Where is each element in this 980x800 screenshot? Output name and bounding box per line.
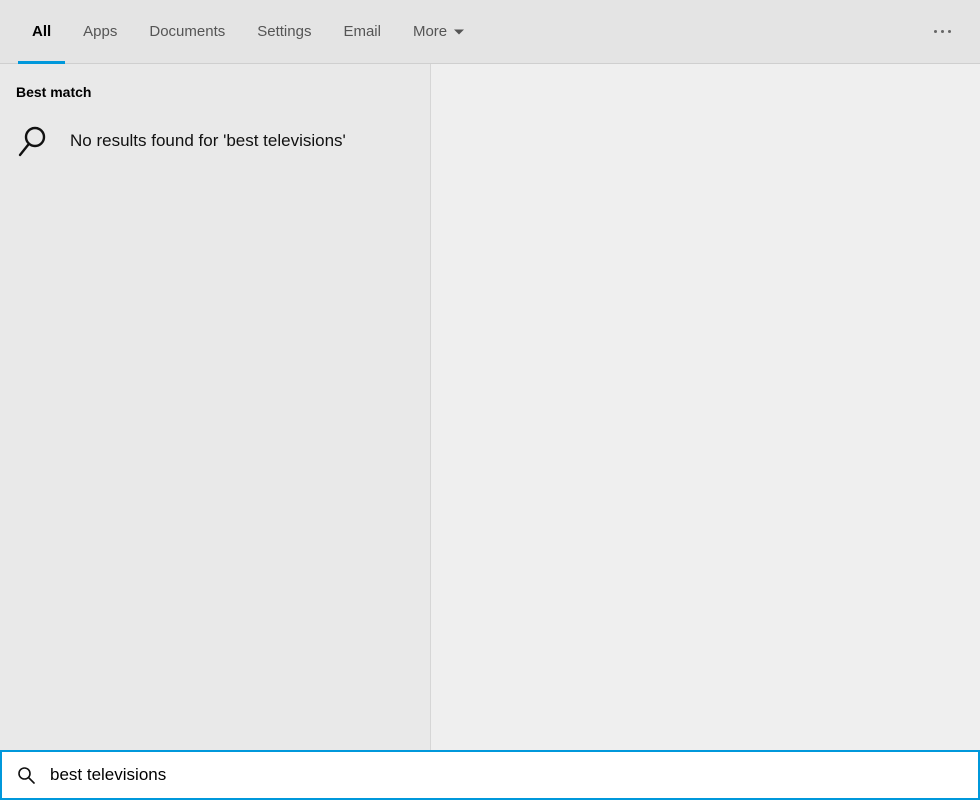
chevron-down-icon xyxy=(453,26,465,38)
tabs-left-group: All Apps Documents Settings Email More xyxy=(0,0,483,63)
preview-panel xyxy=(430,64,980,750)
tab-apps[interactable]: Apps xyxy=(69,0,131,63)
search-box[interactable] xyxy=(0,750,980,800)
filter-tabs-bar: All Apps Documents Settings Email More xyxy=(0,0,980,64)
tab-all-label: All xyxy=(32,23,51,40)
tab-all[interactable]: All xyxy=(18,0,65,63)
tab-email-label: Email xyxy=(343,23,381,40)
tab-more-label: More xyxy=(413,23,447,40)
ellipsis-icon xyxy=(934,30,951,33)
tab-settings[interactable]: Settings xyxy=(243,0,325,63)
content-area: Best match No results found for 'best te… xyxy=(0,64,980,750)
no-results-text: No results found for 'best televisions' xyxy=(70,131,346,151)
tab-documents-label: Documents xyxy=(149,23,225,40)
search-icon xyxy=(16,765,36,785)
tab-more[interactable]: More xyxy=(399,0,479,63)
no-results-row: No results found for 'best televisions' xyxy=(0,112,430,170)
tab-email[interactable]: Email xyxy=(329,0,395,63)
best-match-header: Best match xyxy=(0,78,430,112)
tab-documents[interactable]: Documents xyxy=(135,0,239,63)
tab-apps-label: Apps xyxy=(83,23,117,40)
tab-settings-label: Settings xyxy=(257,23,311,40)
results-panel: Best match No results found for 'best te… xyxy=(0,64,430,750)
more-options-button[interactable] xyxy=(922,12,962,52)
search-input[interactable] xyxy=(50,765,964,785)
search-icon xyxy=(16,122,54,160)
